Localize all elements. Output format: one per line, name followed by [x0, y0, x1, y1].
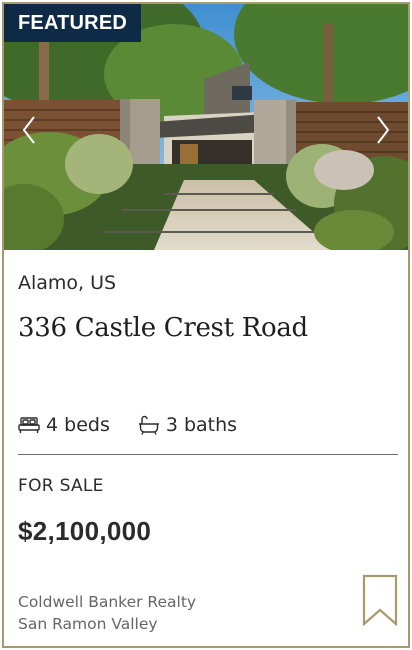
brokerage-info: Coldwell Banker Realty San Ramon Valley [18, 591, 196, 635]
save-listing-button[interactable] [362, 574, 398, 630]
chevron-left-icon [22, 116, 35, 144]
listing-card[interactable]: FEATURED Alamo, US 336 Castle Crest Road [2, 2, 410, 648]
listing-price: $2,100,000 [18, 516, 152, 546]
next-photo-button[interactable] [368, 108, 398, 152]
brokerage-office: San Ramon Valley [18, 615, 158, 633]
beds-count: 4 beds [46, 414, 110, 436]
listing-status: FOR SALE [18, 476, 104, 496]
bed-icon [18, 417, 40, 433]
baths-count: 3 baths [165, 414, 238, 436]
listing-address[interactable]: 336 Castle Crest Road [18, 313, 398, 343]
listing-photo[interactable]: FEATURED [4, 4, 408, 250]
chevron-right-icon [377, 116, 390, 144]
previous-photo-button[interactable] [14, 108, 44, 152]
bathtub-icon [138, 415, 159, 435]
listing-location: Alamo, US [18, 272, 117, 294]
baths-feature: 3 baths [138, 414, 237, 436]
featured-badge: FEATURED [4, 4, 142, 42]
listing-features: 4 beds 3 baths [18, 410, 265, 440]
beds-feature: 4 beds [18, 414, 110, 436]
brokerage-name: Coldwell Banker Realty [18, 593, 197, 611]
bookmark-icon [362, 574, 398, 627]
details-divider [18, 454, 398, 455]
